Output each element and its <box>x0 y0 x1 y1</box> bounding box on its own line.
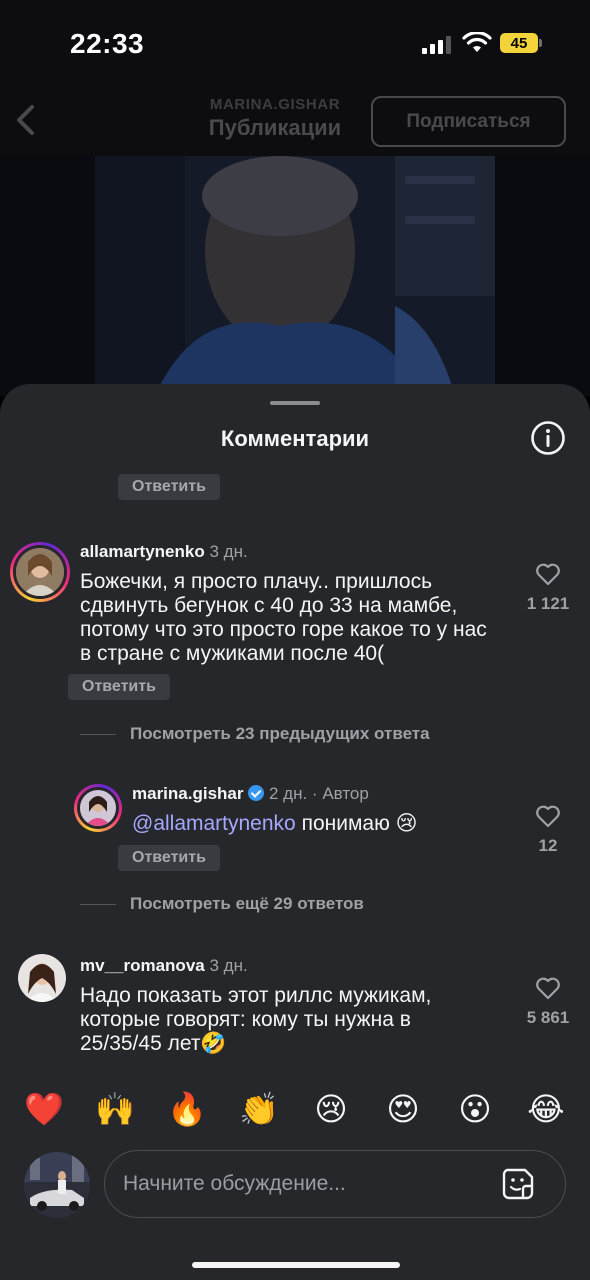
reply-button[interactable]: Ответить <box>118 474 220 500</box>
reply-username-text[interactable]: marina.gishar <box>132 784 244 803</box>
heart-outline-icon[interactable] <box>535 562 561 586</box>
chevron-left-icon[interactable] <box>10 102 40 138</box>
home-indicator[interactable] <box>192 1262 400 1268</box>
subscribe-button[interactable]: Подписаться <box>371 96 566 147</box>
comment-username[interactable]: mv__romanova 3 дн. <box>80 956 248 976</box>
wifi-icon <box>462 32 492 52</box>
reply-like[interactable]: 12 <box>518 804 578 856</box>
video-background <box>0 156 590 396</box>
reply-text-body: понимаю 😢 <box>301 812 418 835</box>
cellular-signal-icon <box>422 36 454 54</box>
comment-username-text[interactable]: allamartynenko <box>80 542 205 561</box>
comments-sheet: Комментарии Ответить allamartynenko 3 дн… <box>0 384 590 1280</box>
comment-age: 3 дн. <box>209 956 248 975</box>
sheet-grabber[interactable] <box>270 401 320 405</box>
comment-like[interactable]: 1 121 <box>518 562 578 614</box>
heart-outline-icon[interactable] <box>535 976 561 1000</box>
sticker-icon[interactable] <box>501 1167 535 1201</box>
nav-header: MARINA.GISHAR Публикации Подписаться <box>0 86 590 156</box>
info-icon[interactable] <box>530 420 566 456</box>
reaction-heart-eyes[interactable]: 😍 <box>380 1086 426 1132</box>
verified-badge-icon <box>248 785 265 801</box>
comment-input[interactable] <box>123 1151 483 1217</box>
author-tag: Автор <box>322 784 369 803</box>
reaction-clap[interactable]: 👏 <box>236 1086 282 1132</box>
like-count: 12 <box>538 836 558 855</box>
user-avatar <box>24 1152 90 1218</box>
view-previous-replies[interactable]: Посмотреть 23 предыдущих ответа <box>80 724 430 744</box>
nav-account-name: MARINA.GISHAR <box>209 96 341 113</box>
video-preview[interactable] <box>95 156 495 396</box>
comment-age: 3 дн. <box>209 542 248 561</box>
reply-button[interactable]: Ответить <box>118 845 220 871</box>
view-more-replies-label[interactable]: Посмотреть ещё 29 ответов <box>130 894 364 914</box>
reply-age: 2 дн. <box>268 784 308 803</box>
like-count: 1 121 <box>526 594 570 613</box>
video-thumbnail-image <box>95 156 495 396</box>
reaction-laughing[interactable]: 😂 <box>523 1086 569 1132</box>
comment-username-text[interactable]: mv__romanova <box>80 956 205 975</box>
comment-text: Надо показать этот риллс мужикам, которы… <box>80 984 432 1055</box>
nav-page-title: Публикации <box>208 115 342 140</box>
like-count: 5 861 <box>526 1008 570 1027</box>
avatar[interactable] <box>10 542 70 602</box>
reaction-surprised[interactable]: 😮 <box>452 1086 498 1132</box>
reply-button[interactable]: Ответить <box>68 674 170 700</box>
status-time: 22:33 <box>70 28 145 59</box>
comment-text: Божечки, я просто плачу.. пришлось сдвин… <box>80 570 487 665</box>
battery-indicator: 45 <box>500 33 538 53</box>
heart-outline-icon[interactable] <box>535 804 561 828</box>
mention-link[interactable]: @allamartynenko <box>132 812 296 835</box>
comment-composer[interactable] <box>104 1150 566 1218</box>
quick-reactions-bar: ❤️ 🙌 🔥 👏 😢 😍 😮 😂 <box>0 1086 590 1132</box>
reaction-crying[interactable]: 😢 <box>308 1086 354 1132</box>
sheet-title: Комментарии <box>220 426 370 451</box>
reply-text: @allamartynenko понимаю 😢 <box>132 812 492 836</box>
divider <box>80 903 116 905</box>
comment-username[interactable]: allamartynenko 3 дн. <box>80 542 248 562</box>
view-previous-replies-label[interactable]: Посмотреть 23 предыдущих ответа <box>130 724 430 744</box>
nav-titles: MARINA.GISHAR Публикации <box>160 96 390 141</box>
reply-username[interactable]: marina.gishar 2 дн. · Автор <box>132 784 369 804</box>
separator-dot: · <box>311 784 318 803</box>
reaction-heart[interactable]: ❤️ <box>21 1086 67 1132</box>
reaction-raised-hands[interactable]: 🙌 <box>92 1086 138 1132</box>
comment-like[interactable]: 5 861 <box>518 976 578 1028</box>
avatar[interactable] <box>18 954 66 1002</box>
view-more-replies[interactable]: Посмотреть ещё 29 ответов <box>80 894 364 914</box>
avatar[interactable] <box>74 784 122 832</box>
battery-tip <box>539 39 542 47</box>
reaction-fire[interactable]: 🔥 <box>164 1086 210 1132</box>
divider <box>80 733 116 735</box>
status-bar: 22:33 45 <box>0 0 590 86</box>
